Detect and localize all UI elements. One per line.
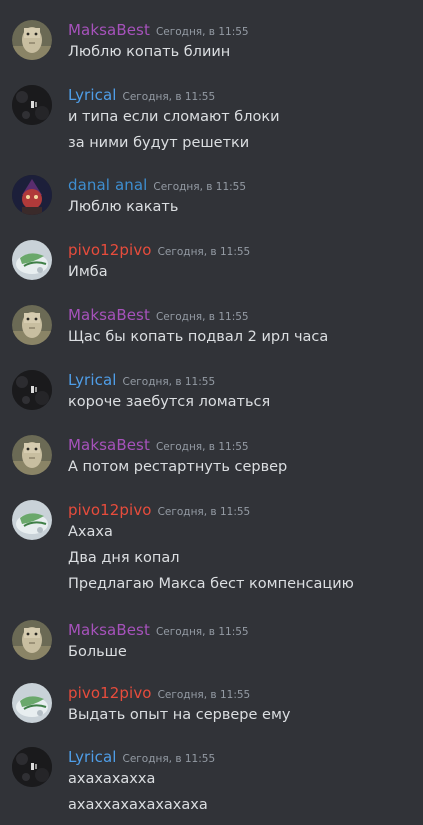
message-group: Lyrical Сегодня, в 11:55 и типа если слома…: [0, 85, 423, 157]
chat-messages: MaksaBest Сегодня, в 11:55 Люблю копать бл…: [0, 0, 423, 825]
message-header: MaksaBest Сегодня, в 11:55: [68, 435, 249, 455]
avatar[interactable]: [12, 683, 52, 723]
author-name[interactable]: pivo12pivo: [68, 501, 152, 519]
avatar[interactable]: [12, 500, 52, 540]
timestamp: Сегодня, в 11:55: [122, 91, 216, 103]
timestamp: Сегодня, в 11:55: [122, 753, 216, 765]
message-text: за ними будут решетки: [68, 135, 250, 151]
message-text: А потом рестартнуть сервер: [68, 459, 288, 475]
author-name[interactable]: pivo12pivo: [68, 241, 152, 259]
message-header: MaksaBest Сегодня, в 11:55: [68, 20, 249, 40]
message-group: MaksaBest Сегодня, в 11:55 Щас бы копать п…: [0, 305, 423, 351]
avatar[interactable]: [12, 175, 52, 215]
author-name[interactable]: MaksaBest: [68, 621, 150, 639]
message-group: MaksaBest Сегодня, в 11:55 А потом рестарт…: [0, 435, 423, 481]
message-group: MaksaBest Сегодня, в 11:55 Больше: [0, 620, 423, 666]
author-name[interactable]: MaksaBest: [68, 436, 150, 454]
message-group: pivo12pivo Сегодня, в 11:55 Выдать опыт на…: [0, 683, 423, 729]
timestamp: Сегодня, в 11:55: [157, 506, 251, 518]
message-header: Lyrical Сегодня, в 11:55: [68, 85, 215, 105]
message-header: MaksaBest Сегодня, в 11:55: [68, 305, 249, 325]
avatar[interactable]: [12, 85, 52, 125]
message-text: Люблю какать: [68, 199, 179, 215]
avatar[interactable]: [12, 240, 52, 280]
avatar[interactable]: [12, 20, 52, 60]
timestamp: Сегодня, в 11:55: [122, 376, 216, 388]
author-name[interactable]: Lyrical: [68, 371, 117, 389]
message-text: Два дня копал: [68, 550, 180, 566]
message-text: Больше: [68, 644, 127, 660]
message-text: ахаххахахахахаха: [68, 797, 208, 813]
message-group: Lyrical Сегодня, в 11:55 короче заебутся л…: [0, 370, 423, 416]
message-group: Lyrical Сегодня, в 11:55 ахахахахха ахаххах…: [0, 747, 423, 819]
message-header: Lyrical Сегодня, в 11:55: [68, 370, 215, 390]
message-header: MaksaBest Сегодня, в 11:55: [68, 620, 249, 640]
message-header: pivo12pivo Сегодня, в 11:55: [68, 500, 250, 520]
message-header: pivo12pivo Сегодня, в 11:55: [68, 240, 250, 260]
author-name[interactable]: pivo12pivo: [68, 684, 152, 702]
avatar[interactable]: [12, 747, 52, 787]
message-text: короче заебутся ломаться: [68, 394, 271, 410]
message-text: Выдать опыт на сервере ему: [68, 707, 291, 723]
message-group: MaksaBest Сегодня, в 11:55 Люблю копать бл…: [0, 20, 423, 66]
author-name[interactable]: MaksaBest: [68, 306, 150, 324]
message-header: pivo12pivo Сегодня, в 11:55: [68, 683, 250, 703]
message-group: pivo12pivo Сегодня, в 11:55 Ахаха Два дня к…: [0, 500, 423, 598]
message-text: и типа если сломают блоки: [68, 109, 280, 125]
timestamp: Сегодня, в 11:55: [157, 689, 251, 701]
message-text: Предлагаю Макса бест компенсацию: [68, 576, 354, 592]
author-name[interactable]: Lyrical: [68, 86, 117, 104]
timestamp: Сегодня, в 11:55: [153, 181, 247, 193]
avatar[interactable]: [12, 305, 52, 345]
author-name[interactable]: MaksaBest: [68, 21, 150, 39]
timestamp: Сегодня, в 11:55: [155, 26, 249, 38]
author-name[interactable]: Lyrical: [68, 748, 117, 766]
timestamp: Сегодня, в 11:55: [157, 246, 251, 258]
message-text: Ахаха: [68, 524, 113, 540]
message-header: danal anal Сегодня, в 11:55: [68, 175, 246, 195]
author-name[interactable]: danal anal: [68, 176, 147, 194]
message-group: danal anal Сегодня, в 11:55 Люблю какать: [0, 175, 423, 221]
message-text: ахахахахха: [68, 771, 156, 787]
timestamp: Сегодня, в 11:55: [155, 311, 249, 323]
avatar[interactable]: [12, 370, 52, 410]
message-group: pivo12pivo Сегодня, в 11:55 Имба: [0, 240, 423, 286]
avatar[interactable]: [12, 435, 52, 475]
message-header: Lyrical Сегодня, в 11:55: [68, 747, 215, 767]
message-text: Имба: [68, 264, 108, 280]
message-text: Щас бы копать подвал 2 ирл часа: [68, 329, 329, 345]
avatar[interactable]: [12, 620, 52, 660]
message-text: Люблю копать блиин: [68, 44, 231, 60]
timestamp: Сегодня, в 11:55: [155, 441, 249, 453]
timestamp: Сегодня, в 11:55: [155, 626, 249, 638]
